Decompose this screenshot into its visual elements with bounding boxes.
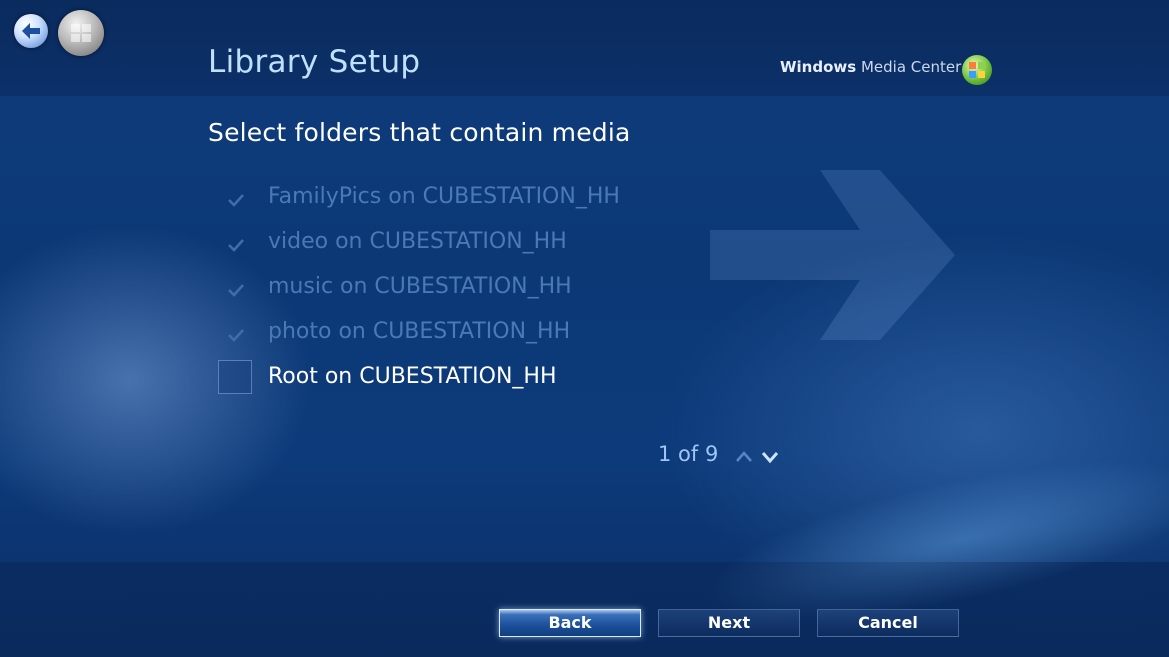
checkmark-icon	[228, 239, 244, 252]
start-button[interactable]	[58, 10, 104, 56]
folder-label: FamilyPics on CUBESTATION_HH	[268, 184, 620, 209]
folder-item[interactable]: video on CUBESTATION_HH	[218, 223, 818, 268]
checkmark-icon	[228, 194, 244, 207]
next-button[interactable]: Next	[658, 609, 800, 637]
brand-name: Windows Media Center	[780, 58, 961, 76]
windows-start-orb-icon	[71, 24, 91, 42]
header-band	[0, 0, 1169, 96]
brand-name-rest: Media Center	[856, 58, 962, 76]
chevron-down-icon[interactable]	[760, 447, 780, 467]
folder-label: photo on CUBESTATION_HH	[268, 319, 571, 344]
folder-item[interactable]: photo on CUBESTATION_HH	[218, 313, 818, 358]
folder-list: FamilyPics on CUBESTATION_HH video on CU…	[218, 178, 818, 403]
back-arrow-icon	[22, 23, 40, 39]
media-center-logo-icon	[962, 55, 992, 85]
page-indicator: 1 of 9	[658, 442, 719, 466]
checkmark-icon	[228, 284, 244, 297]
folder-item[interactable]: music on CUBESTATION_HH	[218, 268, 818, 313]
page-title: Library Setup	[208, 44, 421, 80]
folder-checkbox[interactable]	[218, 360, 252, 394]
checkmark-icon	[228, 329, 244, 342]
section-heading: Select folders that contain media	[208, 118, 631, 147]
folder-label: video on CUBESTATION_HH	[268, 229, 567, 254]
folder-label: Root on CUBESTATION_HH	[268, 364, 557, 389]
cancel-button[interactable]: Cancel	[817, 609, 959, 637]
back-button[interactable]: Back	[499, 609, 641, 637]
brand-name-bold: Windows	[780, 58, 857, 76]
folder-label: music on CUBESTATION_HH	[268, 274, 572, 299]
folder-item[interactable]: FamilyPics on CUBESTATION_HH	[218, 178, 818, 223]
folder-item[interactable]: Root on CUBESTATION_HH	[218, 358, 818, 403]
chevron-up-icon[interactable]	[734, 447, 754, 467]
back-navigation-button[interactable]	[14, 14, 48, 48]
